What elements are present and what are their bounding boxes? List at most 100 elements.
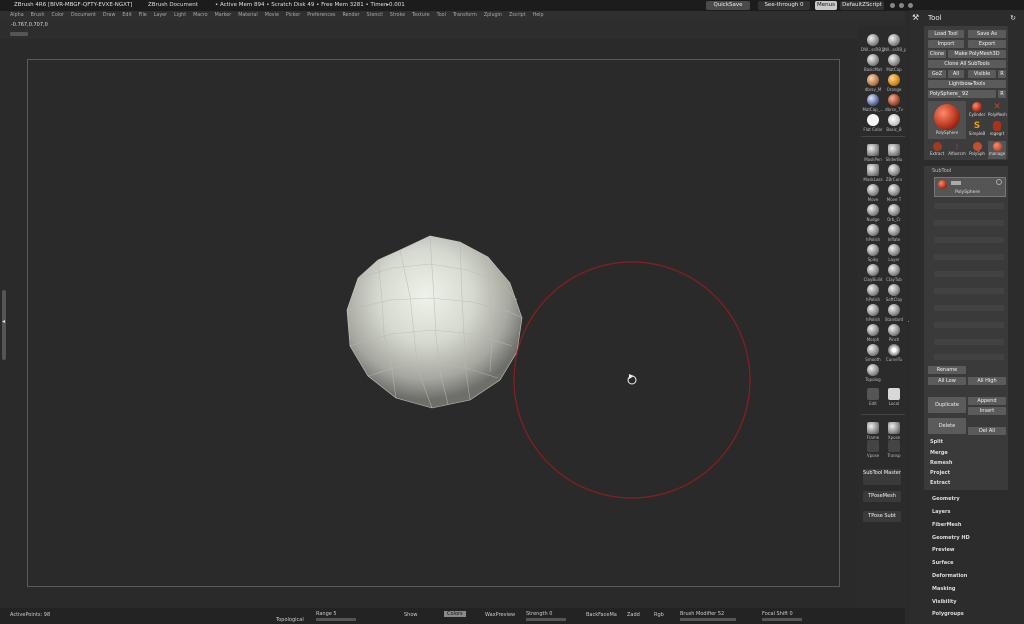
project-section[interactable]: Project bbox=[930, 470, 950, 476]
subtool-empty-slot[interactable] bbox=[934, 203, 1004, 209]
preview-subpalette[interactable]: Preview bbox=[932, 547, 955, 553]
tool-thumb-polysphere[interactable]: PolySphere bbox=[928, 101, 966, 139]
material-slot[interactable]: dbrsv_Tv bbox=[882, 94, 906, 112]
import-button[interactable]: Import bbox=[928, 40, 964, 48]
material-slot[interactable]: Orange bbox=[882, 74, 906, 92]
subtool-master-button[interactable]: SubTool Master bbox=[863, 469, 901, 485]
xpose-button[interactable]: Xpose bbox=[882, 422, 906, 440]
range-slider[interactable]: Range 5 bbox=[316, 611, 337, 617]
fibermesh-subpalette[interactable]: FiberMesh bbox=[932, 522, 961, 528]
remesh-section[interactable]: Remesh bbox=[930, 460, 952, 466]
brush-slot[interactable]: Topolog bbox=[861, 364, 885, 382]
brush-slot[interactable]: SliderBu bbox=[882, 144, 906, 162]
tool-palette-header[interactable]: ⚒ Tool ↻ bbox=[912, 12, 1022, 24]
subtool-empty-slot[interactable] bbox=[934, 220, 1004, 226]
brush-slot[interactable]: CurveTu bbox=[882, 344, 906, 362]
transp-button[interactable]: Transp bbox=[882, 440, 906, 458]
strength-slider[interactable]: Strength 0 bbox=[526, 611, 552, 617]
rgb-toggle[interactable]: Rgb bbox=[654, 612, 664, 618]
geometry-hd-subpalette[interactable]: Geometry HD bbox=[932, 535, 970, 541]
subtool-visibility-icon[interactable] bbox=[951, 181, 961, 185]
range-slider-track[interactable] bbox=[316, 618, 356, 621]
layers-subpalette[interactable]: Layers bbox=[932, 509, 951, 515]
wax-preview-toggle[interactable]: WaxPreview bbox=[485, 612, 515, 618]
del-all-button[interactable]: Del All bbox=[968, 427, 1006, 435]
goz-button[interactable]: GoZ bbox=[928, 70, 946, 78]
subtool-item-polysphere[interactable]: PolySphere bbox=[934, 177, 1006, 197]
export-button[interactable]: Export bbox=[968, 40, 1006, 48]
subtool-empty-slot[interactable] bbox=[934, 288, 1004, 294]
polygroups-subpalette[interactable]: Polygroups bbox=[932, 611, 964, 617]
brush-slot[interactable]: ClayTub bbox=[882, 264, 906, 282]
delete-button[interactable]: Delete bbox=[928, 418, 966, 434]
brush-modifier-track[interactable] bbox=[680, 618, 736, 621]
make-polymesh-button[interactable]: Make PolyMesh3D bbox=[948, 50, 1006, 58]
tool-thumb-cylinder[interactable]: Cylinder bbox=[968, 101, 986, 119]
material-slot[interactable]: MatCap bbox=[882, 54, 906, 72]
all-low-button[interactable]: All Low bbox=[928, 377, 966, 385]
eye-icon[interactable] bbox=[996, 179, 1002, 185]
close-icon[interactable] bbox=[908, 3, 913, 8]
goz-all-button[interactable]: All bbox=[948, 70, 964, 78]
goz-r-button[interactable]: R bbox=[998, 70, 1006, 78]
clone-all-subtools-button[interactable]: Clone All SubTools bbox=[928, 60, 1006, 68]
tool-thumb-polysph[interactable]: PolySph bbox=[968, 141, 986, 159]
brush-slot[interactable]: Inflate bbox=[882, 224, 906, 242]
brush-slot[interactable]: Layer bbox=[882, 244, 906, 262]
current-tool-slider[interactable]: PolySphere_ 92 bbox=[928, 90, 996, 98]
tool-thumb-extract[interactable]: Extract bbox=[928, 141, 946, 159]
strength-slider-track[interactable] bbox=[526, 618, 566, 621]
duplicate-button[interactable]: Duplicate bbox=[928, 397, 966, 413]
insert-button[interactable]: Insert bbox=[968, 407, 1006, 415]
extract-section[interactable]: Extract bbox=[930, 480, 950, 486]
focal-shift-slider[interactable]: Focal Shift 0 bbox=[762, 611, 793, 617]
subtool-empty-slot[interactable] bbox=[934, 271, 1004, 277]
subtool-title[interactable]: SubTool bbox=[932, 168, 951, 174]
brush-modifier-slider[interactable]: Brush Modifier 52 bbox=[680, 611, 724, 617]
brush-slot[interactable]: SoftClay bbox=[882, 284, 906, 302]
brush-slot[interactable]: ZBrCurv bbox=[882, 164, 906, 182]
append-button[interactable]: Append bbox=[968, 397, 1006, 405]
surface-subpalette[interactable]: Surface bbox=[932, 560, 954, 566]
merge-section[interactable]: Merge bbox=[930, 450, 948, 456]
tool-r-button[interactable]: R bbox=[998, 90, 1006, 98]
all-high-button[interactable]: All High bbox=[968, 377, 1006, 385]
material-slot[interactable]: Basic_B bbox=[882, 114, 906, 132]
lightbox-tools-button[interactable]: Lightbox▸Tools bbox=[928, 80, 1006, 88]
rename-button[interactable]: Rename bbox=[928, 366, 966, 374]
masking-subpalette[interactable]: Masking bbox=[932, 586, 956, 592]
brush-slot[interactable]: Standard bbox=[882, 304, 906, 322]
tool-thumb-simpleb[interactable]: S SimpleB bbox=[968, 120, 986, 138]
refresh-icon[interactable]: ↻ bbox=[1010, 12, 1016, 24]
save-as-button[interactable]: Save As bbox=[968, 30, 1006, 38]
colors-button[interactable]: Colors bbox=[444, 611, 466, 617]
tool-thumb-polymesh[interactable]: ✕ PolyMesh bbox=[988, 101, 1007, 119]
goz-visible-button[interactable]: Visible bbox=[968, 70, 996, 78]
load-tool-button[interactable]: Load Tool bbox=[928, 30, 964, 38]
geometry-subpalette[interactable]: Geometry bbox=[932, 496, 960, 502]
brush-slot[interactable]: Move T bbox=[882, 184, 906, 202]
subtool-empty-slot[interactable] bbox=[934, 322, 1004, 328]
backface-mask-toggle[interactable]: BackFaceMa bbox=[586, 612, 617, 618]
local-button[interactable]: Local bbox=[882, 388, 906, 406]
clone-button[interactable]: Clone bbox=[928, 50, 946, 58]
subtool-empty-slot[interactable] bbox=[934, 339, 1004, 345]
visibility-subpalette[interactable]: Visibility bbox=[932, 599, 957, 605]
subtool-empty-slot[interactable] bbox=[934, 254, 1004, 260]
deformation-subpalette[interactable]: Deformation bbox=[932, 573, 967, 579]
tool-thumb-rogegrt[interactable]: rogegrt bbox=[988, 120, 1006, 138]
subtool-empty-slot[interactable] bbox=[934, 354, 1004, 360]
subtool-empty-slot[interactable] bbox=[934, 305, 1004, 311]
split-section[interactable]: Split bbox=[930, 439, 943, 445]
focal-shift-track[interactable] bbox=[762, 618, 802, 621]
subtool-empty-slot[interactable] bbox=[934, 237, 1004, 243]
material-slot[interactable]: DW...ssRB_pub bbox=[882, 34, 906, 52]
tool-thumb-alfasrcm[interactable]: ⁞ Alfasrcm bbox=[948, 141, 966, 159]
brush-slot[interactable]: Pinch bbox=[882, 324, 906, 342]
tposemesh-button[interactable]: TPoseMesh bbox=[863, 491, 901, 502]
tpose-subt-button[interactable]: TPose Subt bbox=[863, 511, 901, 522]
zadd-toggle[interactable]: Zadd bbox=[627, 612, 640, 618]
topological-toggle[interactable]: Topological bbox=[276, 617, 304, 623]
brush-slot[interactable]: Orb_Cr bbox=[882, 204, 906, 222]
tool-thumb-manage[interactable]: manage bbox=[988, 141, 1006, 159]
